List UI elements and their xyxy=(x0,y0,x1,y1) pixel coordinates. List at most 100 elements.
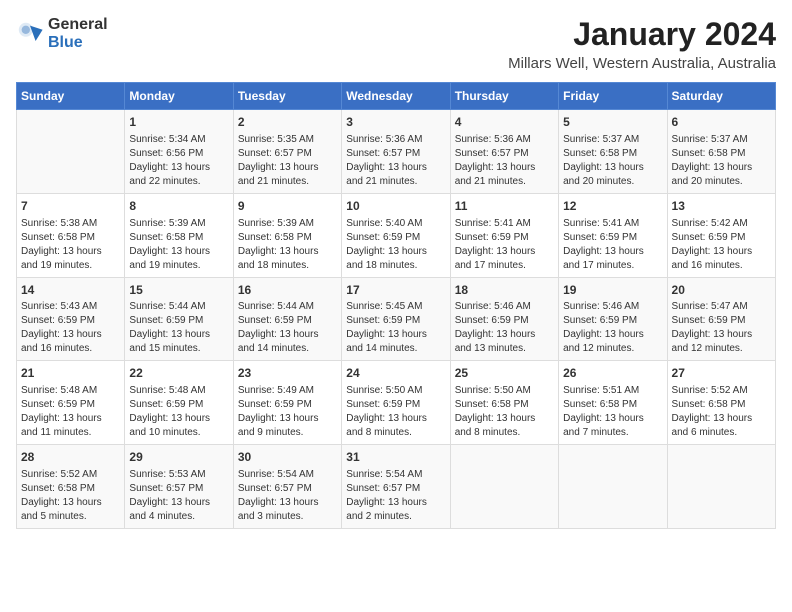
day-number: 23 xyxy=(238,365,337,382)
day-number: 5 xyxy=(563,114,662,131)
calendar-cell: 25 Sunrise: 5:50 AM Sunset: 6:58 PM Dayli… xyxy=(450,361,558,445)
day-number: 9 xyxy=(238,198,337,215)
calendar-cell: 21 Sunrise: 5:48 AM Sunset: 6:59 PM Dayli… xyxy=(17,361,125,445)
day-number: 2 xyxy=(238,114,337,131)
calendar-cell: 31Sunrise: 5:54 AM Sunset: 6:57 PM Dayli… xyxy=(342,445,450,529)
day-number: 8 xyxy=(129,198,228,215)
day-header-thursday: Thursday xyxy=(450,83,558,110)
calendar-cell: 29Sunrise: 5:53 AM Sunset: 6:57 PM Dayli… xyxy=(125,445,233,529)
day-number: 20 xyxy=(672,282,771,299)
day-number: 17 xyxy=(346,282,445,299)
day-info: Sunrise: 5:39 AM Sunset: 6:58 PM Dayligh… xyxy=(129,217,228,273)
calendar-table: SundayMondayTuesdayWednesdayThursdayFrid… xyxy=(16,82,776,529)
calendar-cell: 22 Sunrise: 5:48 AM Sunset: 6:59 PM Dayli… xyxy=(125,361,233,445)
day-info: Sunrise: 5:51 AM Sunset: 6:58 PM Dayligh… xyxy=(563,384,662,440)
title-area: January 2024 Millars Well, Western Austr… xyxy=(508,16,776,72)
calendar-body: 1 Sunrise: 5:34 AM Sunset: 6:56 PM Daylig… xyxy=(17,110,776,529)
day-info: Sunrise: 5:44 AM Sunset: 6:59 PM Dayligh… xyxy=(129,300,228,356)
logo-icon xyxy=(16,20,44,48)
day-info: Sunrise: 5:43 AM Sunset: 6:59 PM Dayligh… xyxy=(21,300,120,356)
calendar-cell: 16Sunrise: 5:44 AM Sunset: 6:59 PM Dayli… xyxy=(233,277,341,361)
day-info: Sunrise: 5:35 AM Sunset: 6:57 PM Dayligh… xyxy=(238,133,337,189)
day-number: 24 xyxy=(346,365,445,382)
day-info: Sunrise: 5:54 AM Sunset: 6:57 PM Dayligh… xyxy=(238,468,337,524)
calendar-header: SundayMondayTuesdayWednesdayThursdayFrid… xyxy=(17,83,776,110)
calendar-cell: 6 Sunrise: 5:37 AM Sunset: 6:58 PM Daylig… xyxy=(667,110,775,194)
day-number: 14 xyxy=(21,282,120,299)
day-info: Sunrise: 5:36 AM Sunset: 6:57 PM Dayligh… xyxy=(455,133,554,189)
calendar-cell: 23 Sunrise: 5:49 AM Sunset: 6:59 PM Dayli… xyxy=(233,361,341,445)
day-info: Sunrise: 5:48 AM Sunset: 6:59 PM Dayligh… xyxy=(129,384,228,440)
day-info: Sunrise: 5:52 AM Sunset: 6:58 PM Dayligh… xyxy=(672,384,771,440)
logo-blue-text: Blue xyxy=(48,34,108,52)
day-number: 28 xyxy=(21,449,120,466)
calendar-cell: 20Sunrise: 5:47 AM Sunset: 6:59 PM Dayli… xyxy=(667,277,775,361)
day-number: 25 xyxy=(455,365,554,382)
calendar-cell: 13 Sunrise: 5:42 AM Sunset: 6:59 PM Dayli… xyxy=(667,193,775,277)
calendar-cell: 10 Sunrise: 5:40 AM Sunset: 6:59 PM Dayli… xyxy=(342,193,450,277)
day-number: 13 xyxy=(672,198,771,215)
day-header-monday: Monday xyxy=(125,83,233,110)
calendar-week-row: 21 Sunrise: 5:48 AM Sunset: 6:59 PM Dayli… xyxy=(17,361,776,445)
calendar-cell: 1 Sunrise: 5:34 AM Sunset: 6:56 PM Daylig… xyxy=(125,110,233,194)
day-info: Sunrise: 5:46 AM Sunset: 6:59 PM Dayligh… xyxy=(455,300,554,356)
day-header-tuesday: Tuesday xyxy=(233,83,341,110)
day-number: 21 xyxy=(21,365,120,382)
calendar-cell: 17Sunrise: 5:45 AM Sunset: 6:59 PM Dayli… xyxy=(342,277,450,361)
day-info: Sunrise: 5:37 AM Sunset: 6:58 PM Dayligh… xyxy=(672,133,771,189)
day-number: 11 xyxy=(455,198,554,215)
day-info: Sunrise: 5:47 AM Sunset: 6:59 PM Dayligh… xyxy=(672,300,771,356)
day-number: 10 xyxy=(346,198,445,215)
calendar-cell: 19Sunrise: 5:46 AM Sunset: 6:59 PM Dayli… xyxy=(559,277,667,361)
calendar-cell: 28 Sunrise: 5:52 AM Sunset: 6:58 PM Dayli… xyxy=(17,445,125,529)
day-info: Sunrise: 5:49 AM Sunset: 6:59 PM Dayligh… xyxy=(238,384,337,440)
logo-general-text: General xyxy=(48,16,108,34)
day-number: 7 xyxy=(21,198,120,215)
calendar-week-row: 14Sunrise: 5:43 AM Sunset: 6:59 PM Dayli… xyxy=(17,277,776,361)
day-info: Sunrise: 5:38 AM Sunset: 6:58 PM Dayligh… xyxy=(21,217,120,273)
day-header-friday: Friday xyxy=(559,83,667,110)
calendar-week-row: 28 Sunrise: 5:52 AM Sunset: 6:58 PM Dayli… xyxy=(17,445,776,529)
calendar-cell: 3Sunrise: 5:36 AM Sunset: 6:57 PM Daylig… xyxy=(342,110,450,194)
day-info: Sunrise: 5:53 AM Sunset: 6:57 PM Dayligh… xyxy=(129,468,228,524)
logo: General Blue xyxy=(16,16,108,51)
logo-text: General Blue xyxy=(48,16,108,51)
calendar-cell: 2 Sunrise: 5:35 AM Sunset: 6:57 PM Daylig… xyxy=(233,110,341,194)
day-info: Sunrise: 5:40 AM Sunset: 6:59 PM Dayligh… xyxy=(346,217,445,273)
day-number: 26 xyxy=(563,365,662,382)
day-header-row: SundayMondayTuesdayWednesdayThursdayFrid… xyxy=(17,83,776,110)
calendar-cell: 4Sunrise: 5:36 AM Sunset: 6:57 PM Daylig… xyxy=(450,110,558,194)
calendar-cell: 27 Sunrise: 5:52 AM Sunset: 6:58 PM Dayli… xyxy=(667,361,775,445)
calendar-cell: 26 Sunrise: 5:51 AM Sunset: 6:58 PM Dayli… xyxy=(559,361,667,445)
day-info: Sunrise: 5:34 AM Sunset: 6:56 PM Dayligh… xyxy=(129,133,228,189)
day-number: 3 xyxy=(346,114,445,131)
calendar-cell: 7 Sunrise: 5:38 AM Sunset: 6:58 PM Daylig… xyxy=(17,193,125,277)
day-info: Sunrise: 5:44 AM Sunset: 6:59 PM Dayligh… xyxy=(238,300,337,356)
day-number: 1 xyxy=(129,114,228,131)
calendar-cell xyxy=(450,445,558,529)
day-number: 15 xyxy=(129,282,228,299)
day-number: 18 xyxy=(455,282,554,299)
day-number: 31 xyxy=(346,449,445,466)
calendar-cell: 12 Sunrise: 5:41 AM Sunset: 6:59 PM Dayli… xyxy=(559,193,667,277)
day-info: Sunrise: 5:39 AM Sunset: 6:58 PM Dayligh… xyxy=(238,217,337,273)
day-info: Sunrise: 5:45 AM Sunset: 6:59 PM Dayligh… xyxy=(346,300,445,356)
day-info: Sunrise: 5:37 AM Sunset: 6:58 PM Dayligh… xyxy=(563,133,662,189)
calendar-cell: 14Sunrise: 5:43 AM Sunset: 6:59 PM Dayli… xyxy=(17,277,125,361)
day-number: 27 xyxy=(672,365,771,382)
day-number: 22 xyxy=(129,365,228,382)
day-number: 12 xyxy=(563,198,662,215)
calendar-cell: 24Sunrise: 5:50 AM Sunset: 6:59 PM Dayli… xyxy=(342,361,450,445)
main-title: January 2024 xyxy=(508,16,776,53)
day-info: Sunrise: 5:42 AM Sunset: 6:59 PM Dayligh… xyxy=(672,217,771,273)
calendar-cell: 11Sunrise: 5:41 AM Sunset: 6:59 PM Dayli… xyxy=(450,193,558,277)
calendar-cell xyxy=(559,445,667,529)
day-header-wednesday: Wednesday xyxy=(342,83,450,110)
day-info: Sunrise: 5:48 AM Sunset: 6:59 PM Dayligh… xyxy=(21,384,120,440)
header: General Blue January 2024 Millars Well, … xyxy=(16,16,776,72)
day-info: Sunrise: 5:50 AM Sunset: 6:58 PM Dayligh… xyxy=(455,384,554,440)
day-info: Sunrise: 5:52 AM Sunset: 6:58 PM Dayligh… xyxy=(21,468,120,524)
calendar-cell: 9 Sunrise: 5:39 AM Sunset: 6:58 PM Daylig… xyxy=(233,193,341,277)
day-info: Sunrise: 5:41 AM Sunset: 6:59 PM Dayligh… xyxy=(563,217,662,273)
day-number: 6 xyxy=(672,114,771,131)
